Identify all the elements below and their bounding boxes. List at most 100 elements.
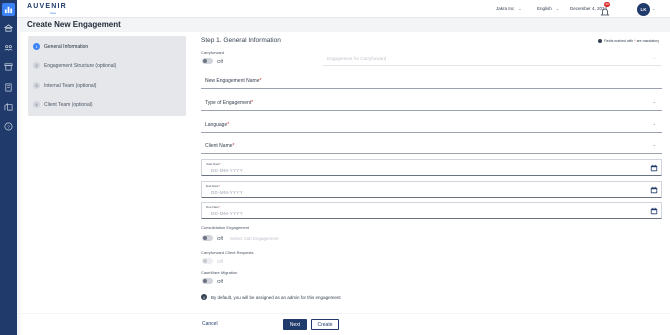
required-star: * — [219, 162, 221, 166]
carryforward-requests-label: Carryforward Client Requests — [201, 250, 254, 255]
field-label: Type of Engagement* — [205, 100, 253, 106]
chevron-down-icon: ⌄ — [518, 6, 522, 11]
field-label: Language* — [205, 122, 229, 128]
start-date-field[interactable]: Start Date* DD-MM-YYYY — [201, 159, 662, 176]
date-label-text: Due Date — [206, 205, 219, 209]
info-text: By default, you will be assigned as an a… — [211, 294, 341, 300]
caseware-label: CaseWare Migration — [201, 270, 238, 275]
end-date-field[interactable]: End Date* DD-MM-YYYY — [201, 181, 662, 198]
stepper: 1 General Information 2 Engagement Struc… — [28, 36, 186, 116]
sub-engagement-select[interactable]: Select Sub Engagement — [230, 236, 279, 241]
chevron-down-icon: ⌄ — [652, 142, 656, 147]
caseware-toggle[interactable]: Off — [202, 278, 223, 284]
chevron-down-icon[interactable]: ⌄ — [652, 6, 655, 11]
client-name-select[interactable]: Client Name* ⌄ — [201, 137, 662, 154]
required-star: * — [232, 143, 235, 149]
date-label: Start Date* — [206, 162, 221, 166]
step-number: 2 — [33, 62, 40, 69]
toggle-switch[interactable] — [202, 58, 213, 64]
svg-text:?: ? — [7, 124, 10, 129]
step-number: 3 — [33, 82, 40, 89]
building-icon[interactable] — [2, 100, 15, 113]
step-label: General Information — [44, 43, 89, 50]
select-placeholder: Engagement for Carryforward — [327, 56, 387, 61]
field-label: New Engagement Name* — [205, 78, 261, 84]
step-label: Internal Team (optional) — [44, 82, 97, 89]
people-icon[interactable] — [2, 41, 15, 54]
step-client-team[interactable]: 4 Client Team (optional) — [33, 101, 93, 108]
language-name: English — [537, 6, 552, 11]
consolidation-label: Consolidation Engagement — [201, 225, 250, 230]
calendar-icon[interactable] — [650, 164, 658, 172]
required-star: * — [218, 184, 220, 188]
date-label: Due Date* — [206, 205, 220, 209]
due-date-field[interactable]: Due Date* DD-MM-YYYY — [201, 202, 662, 219]
date-placeholder: DD-MM-YYYY — [211, 168, 243, 173]
step-engagement-structure[interactable]: 2 Engagement Structure (optional) — [33, 62, 116, 69]
language-select[interactable]: Language* ⌄ — [201, 116, 662, 133]
consolidation-toggle[interactable]: Off — [202, 235, 223, 241]
cancel-button[interactable]: Cancel — [202, 321, 218, 327]
step-heading: Step 1. General Information — [201, 37, 281, 44]
carryforward-engagement-select[interactable]: Engagement for Carryforward ⌄ — [323, 51, 662, 66]
step-number: 1 — [33, 43, 40, 50]
field-label-text: New Engagement Name — [205, 78, 260, 84]
info-icon: i — [201, 294, 207, 300]
step-number: 4 — [33, 101, 40, 108]
toggle-switch[interactable] — [202, 258, 213, 264]
book-icon[interactable] — [2, 81, 15, 94]
app-logo-sub: beta — [50, 11, 56, 15]
toggle-state: Off — [217, 258, 223, 264]
engagement-type-select[interactable]: Type of Engagement* ⌄ — [201, 94, 662, 111]
date-label: End Date* — [206, 184, 220, 188]
dashboard-icon[interactable] — [2, 3, 15, 16]
left-nav-rail: ? — [0, 0, 17, 335]
chevron-down-icon: ⌄ — [555, 6, 560, 11]
field-label-text: Type of Engagement — [205, 100, 252, 106]
app-logo[interactable]: AUVENIR — [27, 3, 67, 10]
engagement-name-field[interactable]: New Engagement Name* — [201, 72, 662, 89]
create-button[interactable]: Create — [311, 319, 339, 330]
avatar[interactable]: LK — [637, 3, 650, 16]
field-label-text: Client Name — [205, 143, 233, 149]
date-label-text: Start Date — [206, 162, 220, 166]
step-general-information[interactable]: 1 General Information — [33, 43, 88, 50]
page-title: Create New Engagement — [27, 20, 121, 29]
chevron-down-icon: ⌄ — [652, 99, 656, 104]
carryforward-label: Carryforward — [201, 50, 225, 55]
toggle-state: Off — [217, 58, 223, 64]
next-button[interactable]: Next — [283, 319, 307, 330]
date-label-text: End Date — [206, 184, 219, 188]
calendar-icon[interactable] — [650, 186, 658, 194]
required-star: * — [259, 78, 262, 84]
carryforward-requests-toggle[interactable]: Off — [202, 258, 223, 264]
required-star: * — [218, 205, 220, 209]
bank-icon[interactable] — [2, 22, 15, 35]
date-placeholder: DD-MM-YYYY — [211, 190, 243, 195]
step-internal-team[interactable]: 3 Internal Team (optional) — [33, 82, 96, 89]
required-star: * — [227, 122, 230, 128]
archive-icon[interactable] — [2, 60, 15, 73]
mandatory-note-text-end: are mandatory — [636, 39, 660, 43]
field-label-text: Language — [205, 122, 228, 128]
info-dot-icon — [598, 39, 602, 43]
toggle-state: Off — [217, 235, 223, 241]
step-label: Engagement Structure (optional) — [44, 62, 117, 69]
date-placeholder: DD-MM-YYYY — [211, 211, 243, 216]
help-icon[interactable]: ? — [2, 120, 15, 133]
carryforward-toggle[interactable]: Off — [202, 58, 223, 64]
field-label: Client Name* — [205, 143, 234, 149]
calendar-icon[interactable] — [650, 207, 658, 215]
mandatory-note: Fields marked with * are mandatory — [598, 39, 659, 43]
step-label: Client Team (optional) — [44, 101, 93, 108]
language-selector[interactable]: English ⌄ — [537, 6, 559, 11]
footer-divider — [20, 313, 670, 314]
company-selector[interactable]: Jakra Inc ⌄ — [496, 6, 522, 11]
company-name: Jakra Inc — [496, 6, 515, 11]
mandatory-star: * — [634, 39, 636, 43]
toggle-switch[interactable] — [202, 235, 213, 241]
admin-info-note: i By default, you will be assigned as an… — [201, 294, 341, 300]
mandatory-note-text: Fields marked with — [604, 39, 634, 43]
chevron-down-icon: ⌄ — [652, 121, 656, 126]
toggle-switch[interactable] — [202, 278, 213, 284]
